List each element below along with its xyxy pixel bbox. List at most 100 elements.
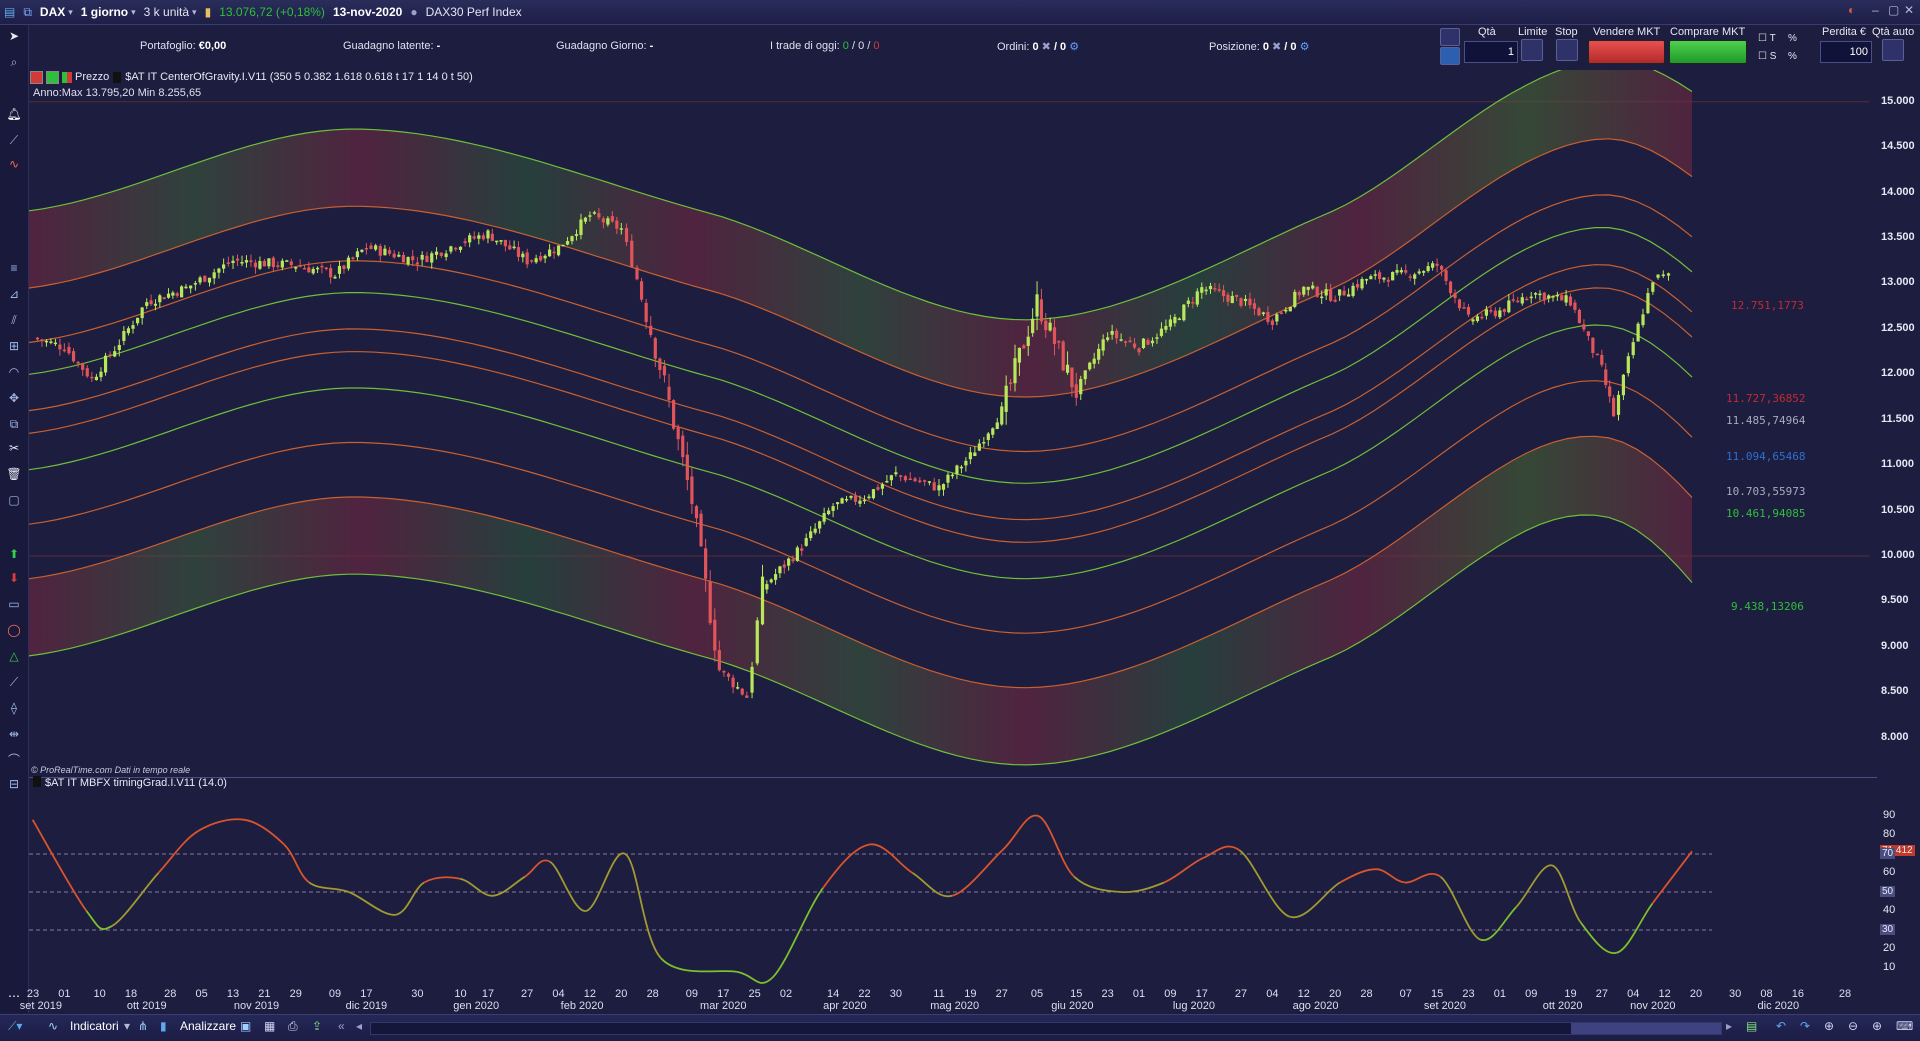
- redo-icon[interactable]: ↷: [1800, 1019, 1810, 1033]
- order-tools-icon[interactable]: [1440, 28, 1460, 46]
- date-tick-day: 25: [748, 988, 761, 1000]
- indicator-icon[interactable]: ∿: [6, 157, 22, 171]
- sell-arrow-icon[interactable]: ⬇: [6, 571, 22, 585]
- trendline-icon[interactable]: ⟋: [6, 133, 22, 147]
- qta-auto-button[interactable]: [1882, 39, 1904, 61]
- oscillator-chart[interactable]: [29, 777, 1877, 987]
- ordini-cancel-icon[interactable]: ✖: [1042, 41, 1051, 53]
- scroll-next-icon[interactable]: ▸: [1726, 1019, 1732, 1033]
- analizzare-button[interactable]: Analizzare: [180, 1019, 236, 1033]
- chart-type-icon[interactable]: ▮: [201, 0, 216, 24]
- osc-segment: [1404, 872, 1442, 884]
- candle-body: [1656, 274, 1660, 278]
- candle-body: [149, 300, 153, 305]
- indicators-icon[interactable]: ∿: [48, 1019, 58, 1033]
- cycle-icon[interactable]: ◠: [6, 365, 22, 379]
- legend-close-icon[interactable]: [30, 70, 43, 84]
- fibonacci-icon[interactable]: ⊿: [6, 287, 22, 301]
- triangle-icon[interactable]: △: [6, 649, 22, 663]
- print-icon[interactable]: ⎙: [288, 1019, 298, 1034]
- text-tool-icon[interactable]: ⊟: [6, 777, 22, 791]
- limite-button[interactable]: [1521, 39, 1543, 61]
- legend-prezzo[interactable]: Prezzo: [75, 71, 109, 83]
- regression-icon[interactable]: ⟋: [6, 675, 22, 689]
- oscillator-scale[interactable]: 90807060504030201071,412705030: [1877, 777, 1920, 987]
- gann-icon[interactable]: ⊞: [6, 339, 22, 353]
- minimize-icon[interactable]: ‒: [1872, 3, 1879, 17]
- channel-icon[interactable]: ≡: [6, 261, 22, 275]
- indicatori-dropdown-icon[interactable]: ▾: [124, 1019, 130, 1033]
- chart-style-icon[interactable]: ⟋▾: [8, 1019, 22, 1034]
- candle-body: [1270, 320, 1274, 326]
- analyzer-icon[interactable]: ▮: [160, 1019, 167, 1033]
- app-menu-icon[interactable]: ▤: [0, 0, 19, 24]
- stop-button[interactable]: [1556, 39, 1578, 61]
- date-axis[interactable]: 23 01 10 18 28 05 13 21 29 09 17 30 10 17 27 04 12 20 28 09…: [20, 986, 1877, 1014]
- calendar-icon[interactable]: ▤: [1746, 1019, 1757, 1033]
- indicatori-button[interactable]: Indicatori: [70, 1019, 119, 1033]
- candle-body: [525, 252, 529, 265]
- s-toggle[interactable]: ☐ S: [1758, 51, 1776, 62]
- undo-icon[interactable]: ↶: [1776, 1019, 1786, 1033]
- date-tick-day: 16: [1791, 988, 1805, 1000]
- alert-bell-icon[interactable]: 🔔︎: [6, 107, 22, 121]
- posizione-cancel-icon[interactable]: ✖: [1272, 41, 1281, 53]
- candle-body: [355, 251, 360, 258]
- legend-indicator[interactable]: $AT IT CenterOfGravity.I.V11 (350 5 0.38…: [125, 71, 473, 83]
- timeframe-selector[interactable]: 1 giorno: [77, 0, 140, 24]
- ellipse-icon[interactable]: ◯: [6, 623, 22, 637]
- export-icon[interactable]: ⇪: [312, 1019, 322, 1033]
- t-toggle[interactable]: ☐ T: [1758, 33, 1776, 44]
- oscillator-legend[interactable]: $AT IT MBFX timingGrad.I.V11 (14.0): [33, 776, 227, 789]
- candle-body: [844, 498, 849, 501]
- candle-body: [726, 673, 731, 677]
- candle-body: [267, 258, 271, 267]
- move-icon[interactable]: ✥: [6, 391, 22, 405]
- price-chart[interactable]: [29, 70, 1877, 774]
- price-scale[interactable]: 15.000 14.500 14.000 13.500 13.000 12.500 12.0…: [1877, 70, 1920, 774]
- zoom-in-icon[interactable]: ⊕: [1872, 1019, 1882, 1033]
- share-icon[interactable]: ⋔: [138, 1019, 148, 1033]
- candle-body: [1106, 337, 1110, 340]
- zoom-fit-icon[interactable]: ⊕: [1824, 1019, 1834, 1033]
- qta-input[interactable]: 1: [1464, 41, 1518, 63]
- perdita-input[interactable]: 100: [1820, 41, 1872, 63]
- product-icon[interactable]: ⧉: [19, 0, 36, 24]
- symbol-selector[interactable]: DAX: [36, 0, 77, 24]
- maximize-icon[interactable]: ▢: [1888, 3, 1899, 17]
- delete-icon[interactable]: 🗑︎: [6, 467, 22, 481]
- arc-icon[interactable]: ⌒: [6, 753, 22, 767]
- scroll-left-icon[interactable]: «: [338, 1019, 345, 1033]
- vendere-mkt-button[interactable]: [1588, 40, 1665, 64]
- zoom-icon[interactable]: ⌕: [6, 55, 22, 69]
- calculator-icon[interactable]: [1440, 47, 1460, 65]
- screen-icon[interactable]: ▣: [240, 1019, 251, 1033]
- candle-body: [717, 650, 721, 671]
- units-selector[interactable]: 3 k unità: [140, 0, 201, 24]
- candle-body: [1101, 339, 1105, 351]
- candle-body: [658, 358, 662, 371]
- posizione-settings-icon[interactable]: ⚙: [1300, 41, 1310, 53]
- grid-icon[interactable]: ▦: [264, 1019, 275, 1033]
- scroll-prev-icon[interactable]: ◂: [356, 1019, 362, 1033]
- speed-line-icon[interactable]: ⟠: [6, 701, 22, 715]
- pitchfork-icon[interactable]: ⫽: [6, 313, 22, 327]
- osc-segment: [736, 970, 774, 984]
- copy-icon[interactable]: ⧉: [6, 417, 22, 431]
- pointer-icon[interactable]: ➤: [6, 29, 22, 43]
- comprare-mkt-button[interactable]: [1669, 40, 1747, 64]
- box-icon[interactable]: ▭: [6, 597, 22, 611]
- zoom-out-icon[interactable]: ⊖: [1848, 1019, 1858, 1033]
- horizontal-scrollbar[interactable]: [370, 1022, 1722, 1035]
- ordini-settings-icon[interactable]: ⚙: [1069, 41, 1079, 53]
- tools-icon[interactable]: ✂: [6, 441, 22, 455]
- buy-arrow-icon[interactable]: ⬆: [6, 547, 22, 561]
- legend-settings-icon[interactable]: [46, 70, 59, 84]
- candle-body: [1431, 263, 1435, 268]
- date-tick-month: gen 2020: [453, 1000, 500, 1012]
- scrollbar-thumb[interactable]: [1571, 1023, 1721, 1034]
- measure-icon[interactable]: ⇹: [6, 727, 22, 741]
- keyboard-icon[interactable]: ⌨: [1896, 1019, 1913, 1033]
- close-icon[interactable]: ✕: [1904, 3, 1914, 17]
- rectangle-icon[interactable]: ▢: [6, 493, 22, 507]
